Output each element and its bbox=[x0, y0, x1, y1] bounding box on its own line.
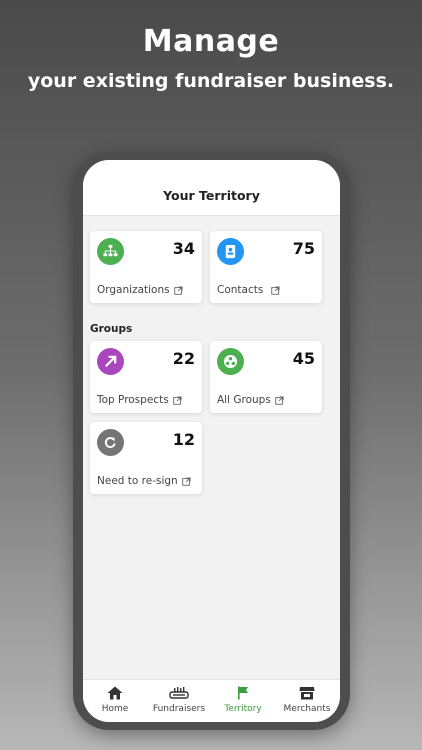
home-icon bbox=[107, 686, 123, 700]
external-link-icon bbox=[275, 395, 284, 405]
tab-territory[interactable]: Territory bbox=[211, 680, 275, 722]
need-to-resign-label-text: Need to re-sign bbox=[97, 475, 178, 487]
tab-home-label: Home bbox=[101, 704, 129, 714]
fundraiser-icon bbox=[169, 687, 189, 699]
contacts-label-text: Contacts bbox=[217, 284, 264, 296]
top-prospects-label-text: Top Prospects bbox=[97, 394, 169, 406]
need-to-resign-card[interactable]: 12 Need to re-sign bbox=[90, 422, 202, 494]
top-prospects-count: 22 bbox=[172, 349, 195, 368]
flag-icon bbox=[238, 686, 248, 700]
tab-bar: Home Fundraisers Territory Merchants bbox=[83, 679, 340, 722]
external-link-icon bbox=[173, 285, 183, 295]
contact-card-icon bbox=[217, 238, 244, 265]
tab-home[interactable]: Home bbox=[83, 680, 147, 722]
tab-merchants-label: Merchants bbox=[283, 704, 331, 714]
top-prospects-label: Top Prospects bbox=[97, 394, 182, 406]
organizations-count: 34 bbox=[172, 239, 195, 258]
arrow-up-right-icon bbox=[97, 348, 124, 375]
tab-fundraisers-label: Fundraisers bbox=[152, 704, 206, 714]
store-icon bbox=[299, 687, 315, 700]
contacts-label: Contacts bbox=[217, 284, 280, 296]
all-groups-label-text: All Groups bbox=[217, 394, 271, 406]
phone-frame: Your Territory 34 Organizations 75 Conta… bbox=[73, 152, 350, 730]
organizations-card[interactable]: 34 Organizations bbox=[90, 231, 202, 303]
page-title: Your Territory bbox=[163, 188, 260, 203]
nav-bar: Your Territory bbox=[83, 160, 340, 216]
contacts-count: 75 bbox=[292, 239, 315, 258]
organizations-label-text: Organizations bbox=[97, 284, 170, 296]
need-to-resign-count: 12 bbox=[172, 430, 195, 449]
groups-section-title: Groups bbox=[90, 323, 133, 335]
app-screen: Your Territory 34 Organizations 75 Conta… bbox=[83, 160, 340, 722]
org-chart-icon bbox=[97, 238, 124, 265]
all-groups-card[interactable]: 45 All Groups bbox=[210, 341, 322, 413]
external-link-icon bbox=[172, 395, 182, 405]
external-link-icon bbox=[271, 285, 280, 295]
all-groups-label: All Groups bbox=[217, 394, 284, 406]
promo-headline: Manage bbox=[142, 24, 280, 59]
tab-territory-label: Territory bbox=[224, 704, 262, 714]
tab-fundraisers[interactable]: Fundraisers bbox=[147, 680, 211, 722]
refresh-icon bbox=[97, 429, 124, 456]
top-prospects-card[interactable]: 22 Top Prospects bbox=[90, 341, 202, 413]
tab-merchants[interactable]: Merchants bbox=[275, 680, 339, 722]
promo-subheadline: your existing fundraiser business. bbox=[27, 70, 395, 92]
all-groups-count: 45 bbox=[292, 349, 315, 368]
need-to-resign-label: Need to re-sign bbox=[97, 475, 191, 487]
contacts-card[interactable]: 75 Contacts bbox=[210, 231, 322, 303]
external-link-icon bbox=[181, 476, 191, 486]
group-dots-icon bbox=[217, 348, 244, 375]
organizations-label: Organizations bbox=[97, 284, 183, 296]
